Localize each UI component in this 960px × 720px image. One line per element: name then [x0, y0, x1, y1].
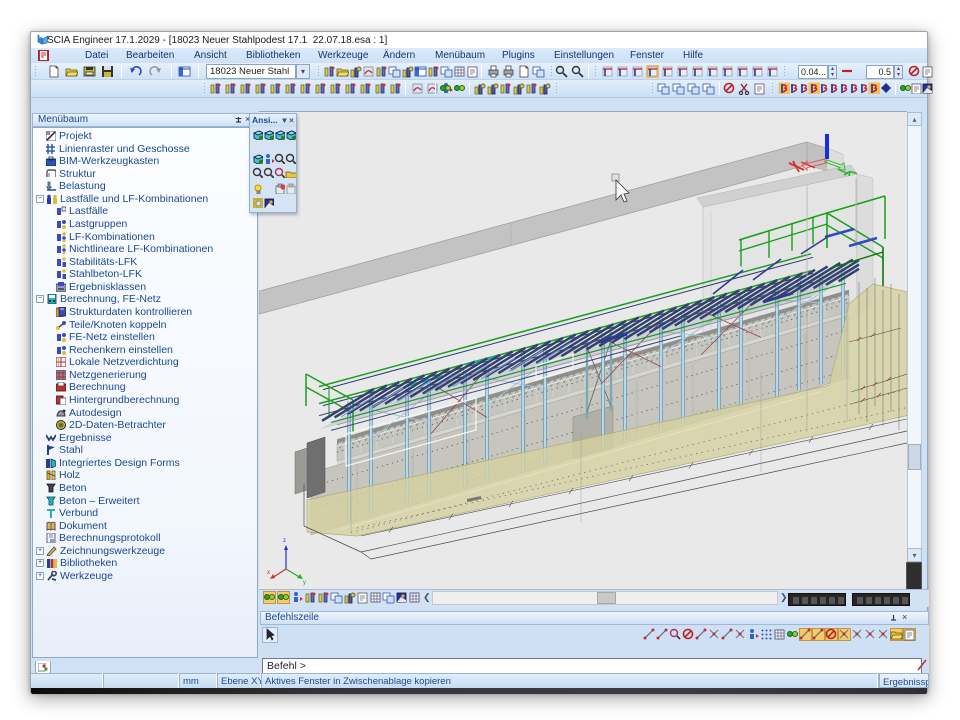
svg-text:y: y [303, 580, 306, 586]
svg-text:z: z [283, 538, 286, 544]
svg-text:x: x [267, 570, 270, 576]
